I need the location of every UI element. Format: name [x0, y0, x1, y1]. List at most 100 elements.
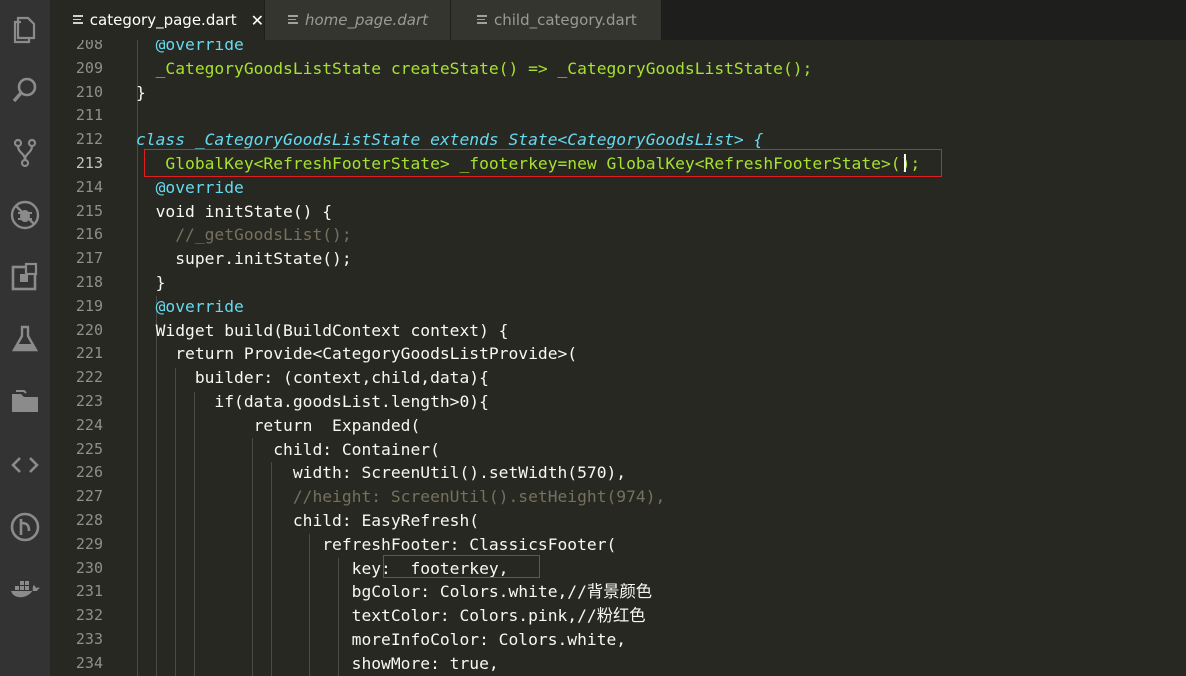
code-text: } [136, 82, 146, 102]
close-icon[interactable]: ✕ [251, 11, 264, 30]
code-line: 227 //height: ScreenUtil().setHeight(974… [50, 485, 1186, 509]
code-text: bgColor: Colors.white,//背景颜色 [136, 582, 653, 602]
tab-label: child_category.dart [494, 11, 637, 29]
line-number: 217 [75, 249, 103, 268]
line-number: 215 [75, 201, 103, 220]
line-number: 225 [75, 439, 103, 458]
file-lines-icon [287, 14, 299, 26]
line-number: 229 [75, 534, 103, 553]
code-text: @override [136, 40, 244, 54]
line-number: 219 [75, 296, 103, 315]
line-number: 213 [75, 154, 103, 172]
code-text: @override [136, 177, 244, 197]
source-control-icon[interactable] [0, 128, 50, 178]
code-text: moreInfoColor: Colors.white, [136, 630, 627, 649]
line-number: 223 [75, 392, 103, 410]
code-text: _CategoryGoodsListState createState() =>… [136, 58, 813, 78]
line-number: 231 [75, 582, 103, 601]
tab-label: home_page.dart [305, 11, 429, 29]
tab-label: category_page.dart [89, 11, 237, 29]
code-line: 211 [50, 104, 1186, 128]
code-line: 230 key: _footerkey, [50, 557, 1186, 581]
line-number: 228 [75, 511, 103, 529]
tab-category-page[interactable]: category_page.dart ✕ [50, 0, 264, 40]
line-number: 210 [75, 82, 103, 101]
line-number: 234 [75, 653, 103, 672]
code-line: 210 } [50, 81, 1186, 105]
editor-tab-bar: category_page.dart ✕ home_page.dart chil… [50, 0, 1186, 40]
highlight-box-footerkey-usage [383, 555, 540, 578]
code-text: } [136, 273, 166, 292]
code-text: child: Container( [136, 439, 440, 459]
line-number: 222 [75, 368, 103, 387]
code-line: 229 refreshFooter: ClassicsFooter( [50, 533, 1186, 557]
code-line: 214 @override [50, 176, 1186, 200]
code-text: builder: (context,child,data){ [136, 368, 489, 388]
line-number: 221 [75, 344, 103, 363]
code-text: //height: ScreenUtil().setHeight(974), [136, 487, 666, 507]
activity-bar [0, 0, 50, 676]
extensions-icon[interactable] [0, 252, 50, 302]
code-text: @override [136, 296, 244, 316]
code-line: 231 bgColor: Colors.white,//背景颜色 [50, 580, 1186, 604]
code-line: 224 return Expanded( [50, 414, 1186, 438]
code-text: return Provide<CategoryGoodsListProvide>… [136, 344, 578, 364]
test-flask-icon[interactable] [0, 314, 50, 364]
line-number: 211 [75, 106, 103, 125]
code-text: //_getGoodsList(); [136, 225, 352, 245]
line-number: 218 [75, 273, 103, 291]
line-number: 216 [75, 225, 103, 244]
code-line: 208 @override [50, 40, 1186, 57]
code-line: 223 if(data.goodsList.length>0){ [50, 390, 1186, 414]
code-line: 215 void initState() { [50, 200, 1186, 224]
code-line: 219 @override [50, 295, 1186, 319]
code-text: super.initState(); [136, 249, 352, 269]
line-number: 230 [75, 558, 103, 577]
code-text: Widget build(BuildContext context) { [136, 320, 509, 340]
code-line: 225 child: Container( [50, 438, 1186, 462]
code-text: showMore: true, [136, 653, 499, 673]
highlight-box-footerkey-declaration [144, 149, 942, 177]
line-number: 224 [75, 415, 103, 434]
code-line: 232 textColor: Colors.pink,//粉红色 [50, 604, 1186, 628]
file-lines-icon [72, 14, 84, 26]
code-text: void initState() { [136, 201, 333, 221]
code-line: 234 showMore: true, [50, 652, 1186, 676]
tab-child-category[interactable]: child_category.dart [451, 0, 661, 40]
line-number: 233 [75, 630, 103, 648]
file-lines-icon [476, 14, 488, 26]
search-icon[interactable] [0, 65, 50, 115]
code-line: 209 _CategoryGoodsListState createState(… [50, 57, 1186, 81]
code-brackets-icon[interactable] [0, 440, 50, 490]
git-graph-icon[interactable] [0, 502, 50, 552]
line-number: 212 [75, 130, 103, 149]
code-line: 221 return Provide<CategoryGoodsListProv… [50, 342, 1186, 366]
code-text: if(data.goodsList.length>0){ [136, 392, 489, 411]
code-line: 233 moreInfoColor: Colors.white, [50, 628, 1186, 652]
debug-icon[interactable] [0, 190, 50, 240]
code-text: refreshFooter: ClassicsFooter( [136, 534, 617, 554]
code-text: child: EasyRefresh( [136, 511, 480, 530]
line-number: 209 [75, 58, 103, 77]
code-line: 216 //_getGoodsList(); [50, 223, 1186, 247]
line-number: 214 [75, 177, 103, 196]
explorer-icon[interactable] [0, 5, 50, 55]
line-number: 220 [75, 320, 103, 339]
code-line: 228 child: EasyRefresh( [50, 509, 1186, 533]
code-editor[interactable]: 208 @override 209 _CategoryGoodsListStat… [50, 40, 1186, 676]
docker-icon[interactable] [0, 565, 50, 615]
text-cursor [904, 154, 906, 172]
code-line: 218 } [50, 271, 1186, 295]
code-text: width: ScreenUtil().setWidth(570), [136, 463, 627, 483]
line-number: 226 [75, 463, 103, 482]
folder-icon[interactable] [0, 376, 50, 426]
code-text: textColor: Colors.pink,//粉红色 [136, 606, 646, 626]
code-line: 226 width: ScreenUtil().setWidth(570), [50, 461, 1186, 485]
code-line: 217 super.initState(); [50, 247, 1186, 271]
line-number: 208 [75, 40, 103, 53]
code-line: 222 builder: (context,child,data){ [50, 366, 1186, 390]
code-line: 220 Widget build(BuildContext context) { [50, 319, 1186, 343]
line-number: 232 [75, 606, 103, 625]
tab-home-page[interactable]: home_page.dart [265, 0, 450, 40]
line-number: 227 [75, 487, 103, 506]
